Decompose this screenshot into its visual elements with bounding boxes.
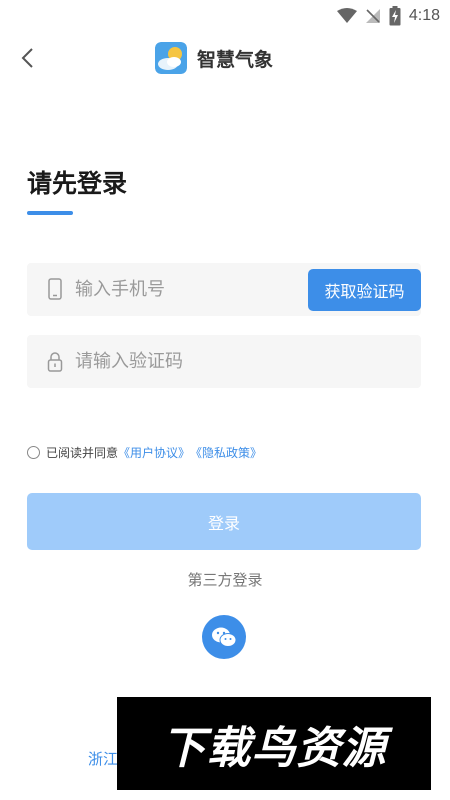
status-icons: 4:18 (336, 6, 440, 26)
phone-input[interactable] (75, 263, 315, 316)
get-code-button[interactable]: 获取验证码 (308, 269, 421, 311)
phone-icon (48, 278, 62, 300)
chevron-left-icon (21, 48, 33, 68)
third-party-label: 第三方登录 (187, 571, 263, 589)
code-input[interactable] (75, 335, 395, 388)
footer-text: 浙江 (88, 750, 119, 768)
lock-icon (47, 352, 63, 372)
agreement-text: 已阅读并同意 (46, 446, 119, 460)
privacy-policy-link[interactable]: 《隐私政策》 (190, 444, 262, 461)
app-title: 智慧气象 (197, 48, 274, 71)
login-button[interactable]: 登录 (27, 493, 421, 550)
phone-field: 获取验证码 (27, 263, 421, 316)
status-time: 4:18 (408, 7, 440, 24)
agreement-checkbox[interactable] (27, 446, 40, 459)
signal-off-icon (365, 9, 380, 23)
wechat-login-button[interactable] (202, 615, 246, 659)
watermark: 下载鸟资源 (117, 697, 431, 790)
nav-bar: 智慧气象 (0, 34, 450, 82)
wechat-icon (212, 627, 237, 647)
app-header: 智慧气象 (155, 40, 273, 76)
status-bar: 4:18 (0, 0, 450, 34)
code-field (27, 335, 421, 388)
title-underline (27, 211, 73, 215)
weather-logo-icon (155, 42, 187, 74)
user-agreement-link[interactable]: 《用户协议》 (118, 444, 190, 461)
page-title: 请先登录 (27, 169, 128, 198)
watermark-text: 下载鸟资源 (161, 722, 387, 774)
agreement-row: 已阅读并同意 《用户协议》 《隐私政策》 (27, 444, 262, 461)
battery-charging-icon (389, 6, 401, 26)
wifi-icon (336, 8, 357, 23)
app-logo (155, 42, 187, 74)
back-button[interactable] (14, 42, 46, 74)
